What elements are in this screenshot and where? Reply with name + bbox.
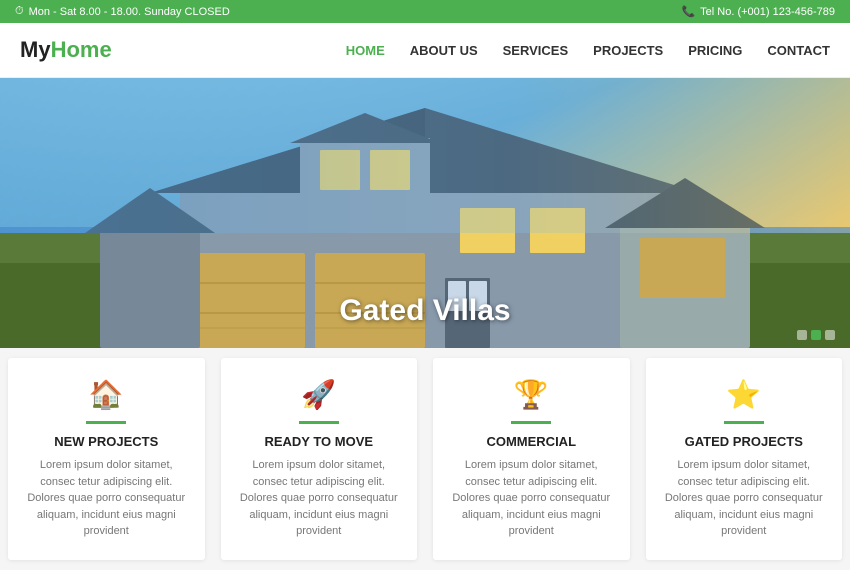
card-text-3: Lorem ipsum dolor sitamet, consec tetur … (661, 457, 828, 540)
nav: HOME ABOUT US SERVICES PROJECTS PRICING … (346, 43, 830, 58)
card-text-2: Lorem ipsum dolor sitamet, consec tetur … (448, 457, 615, 540)
hero-title: Gated Villas (339, 294, 510, 328)
top-bar-phone: 📞 Tel No. (+001) 123-456-789 (681, 5, 835, 18)
card-title-3: GATED PROJECTS (661, 434, 828, 449)
clock-icon: ⏱ (15, 5, 24, 18)
logo-my: My (20, 37, 51, 62)
top-bar-hours: ⏱ Mon - Sat 8.00 - 18.00. Sunday CLOSED (15, 5, 230, 18)
carousel-dots[interactable] (797, 330, 835, 340)
card-title-1: READY TO MOVE (236, 434, 403, 449)
card-icon-0: 🏠 (23, 378, 190, 411)
dot-3[interactable] (825, 330, 835, 340)
card-text-0: Lorem ipsum dolor sitamet, consec tetur … (23, 457, 190, 540)
card-text-1: Lorem ipsum dolor sitamet, consec tetur … (236, 457, 403, 540)
card-icon-1: 🚀 (236, 378, 403, 411)
card-icon-2: 🏆 (448, 378, 615, 411)
card-divider-0 (86, 421, 126, 424)
hero-section: Gated Villas (0, 78, 850, 348)
card-divider-2 (511, 421, 551, 424)
card-title-2: COMMERCIAL (448, 434, 615, 449)
card-2: 🏆 COMMERCIAL Lorem ipsum dolor sitamet, … (433, 358, 630, 560)
card-3: ⭐ GATED PROJECTS Lorem ipsum dolor sitam… (646, 358, 843, 560)
hours-text: Mon - Sat 8.00 - 18.00. Sunday CLOSED (29, 6, 230, 18)
card-divider-3 (724, 421, 764, 424)
nav-projects[interactable]: PROJECTS (593, 43, 663, 58)
cards-section: 🏠 NEW PROJECTS Lorem ipsum dolor sitamet… (0, 348, 850, 570)
card-0: 🏠 NEW PROJECTS Lorem ipsum dolor sitamet… (8, 358, 205, 560)
nav-contact[interactable]: CONTACT (767, 43, 830, 58)
logo: MyHome (20, 37, 112, 63)
card-icon-3: ⭐ (661, 378, 828, 411)
card-title-0: NEW PROJECTS (23, 434, 190, 449)
header: MyHome HOME ABOUT US SERVICES PROJECTS P… (0, 23, 850, 78)
nav-services[interactable]: SERVICES (503, 43, 569, 58)
dot-1[interactable] (797, 330, 807, 340)
nav-pricing[interactable]: PRICING (688, 43, 742, 58)
dot-2[interactable] (811, 330, 821, 340)
logo-home: Home (51, 37, 112, 62)
top-bar: ⏱ Mon - Sat 8.00 - 18.00. Sunday CLOSED … (0, 0, 850, 23)
card-divider-1 (299, 421, 339, 424)
nav-home[interactable]: HOME (346, 43, 385, 58)
nav-about[interactable]: ABOUT US (410, 43, 478, 58)
card-1: 🚀 READY TO MOVE Lorem ipsum dolor sitame… (221, 358, 418, 560)
phone-icon: 📞 (681, 5, 695, 18)
phone-text: Tel No. (+001) 123-456-789 (700, 6, 835, 18)
